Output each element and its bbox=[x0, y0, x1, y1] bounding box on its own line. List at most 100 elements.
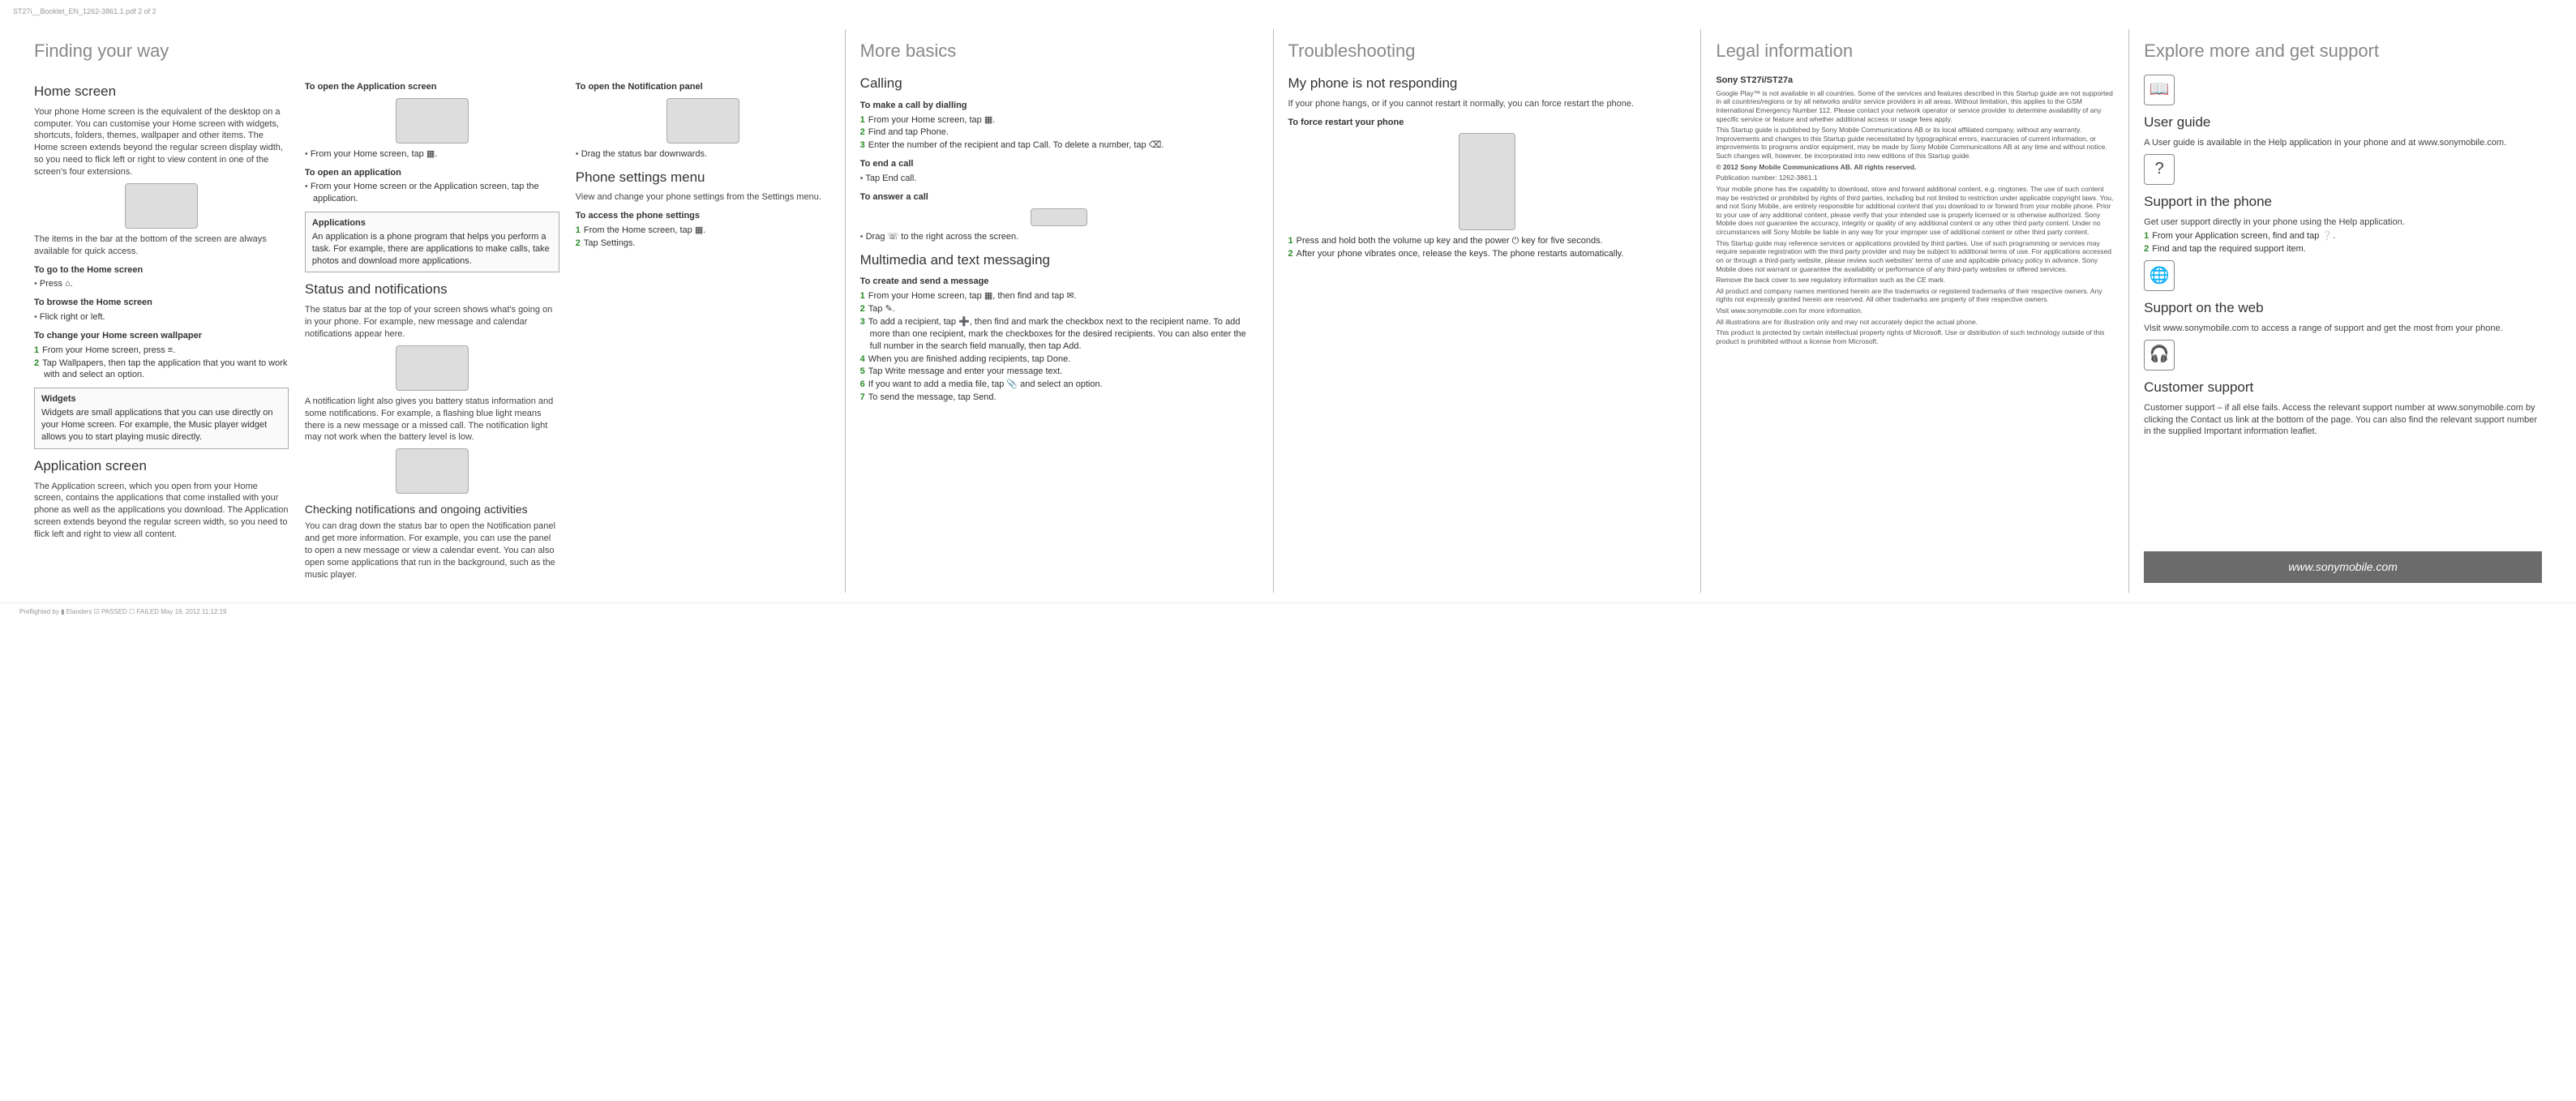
heading-answer-call: To answer a call bbox=[860, 191, 1258, 203]
panel-more-basics: More basics Calling To make a call by di… bbox=[846, 29, 1274, 593]
heading-browse-home: To browse the Home screen bbox=[34, 297, 289, 309]
widgets-box-body: Widgets are small applications that you … bbox=[41, 407, 281, 443]
heading-change-wallpaper: To change your Home screen wallpaper bbox=[34, 330, 289, 342]
heading-go-home: To go to the Home screen bbox=[34, 264, 289, 276]
dial-step-3: Enter the number of the recipient and ta… bbox=[860, 139, 1258, 152]
legal-body-4: This Startup guide may reference service… bbox=[1716, 239, 2114, 274]
legal-copyright: © 2012 Sony Mobile Communications AB. Al… bbox=[1716, 163, 2114, 172]
msg-step-5: Tap Write message and enter your message… bbox=[860, 366, 1258, 378]
msg-step-6: If you want to add a media file, tap 📎 a… bbox=[860, 379, 1258, 391]
heading-checking-notifications: Checking notifications and ongoing activ… bbox=[305, 502, 559, 517]
heading-support-web: Support on the web bbox=[2144, 299, 2542, 318]
panel-title: Explore more and get support bbox=[2144, 39, 2542, 63]
panel-finding-your-way: Finding your way Home screen Your phone … bbox=[19, 29, 846, 593]
applications-box-title: Applications bbox=[312, 217, 552, 229]
notification-light-description: A notification light also gives you batt… bbox=[305, 396, 559, 443]
msg-step-2: Tap ✎. bbox=[860, 303, 1258, 315]
legal-body-3: Your mobile phone has the capability to … bbox=[1716, 185, 2114, 237]
panel-troubleshooting: Troubleshooting My phone is not respondi… bbox=[1274, 29, 1702, 593]
not-responding-description: If your phone hangs, or if you cannot re… bbox=[1288, 98, 1687, 110]
go-home-step: Press ⌂. bbox=[34, 278, 289, 290]
heading-create-send-message: To create and send a message bbox=[860, 276, 1258, 288]
access-settings-step-1: From the Home screen, tap ▦. bbox=[576, 225, 830, 237]
status-description: The status bar at the top of your screen… bbox=[305, 304, 559, 341]
heading-force-restart: To force restart your phone bbox=[1288, 117, 1687, 129]
status-bar-illustration bbox=[396, 345, 469, 391]
heading-calling: Calling bbox=[860, 75, 1258, 93]
legal-body-2: This Startup guide is published by Sony … bbox=[1716, 126, 2114, 161]
panel-explore-support: Explore more and get support 📖 User guid… bbox=[2129, 29, 2557, 593]
heading-open-app-screen: To open the Application screen bbox=[305, 81, 559, 93]
col-notification-settings: To open the Notification panel Drag the … bbox=[576, 75, 830, 584]
panel-title: Finding your way bbox=[34, 39, 830, 63]
legal-pubnum: Publication number: 1262-3861.1 bbox=[1716, 174, 2114, 182]
force-restart-step-1: Press and hold both the volume up key an… bbox=[1288, 235, 1687, 247]
file-header: ST27i__Booklet_EN_1262-3861.1.pdf 2 of 2 bbox=[0, 0, 2576, 23]
heading-phone-settings-menu: Phone settings menu bbox=[576, 169, 830, 187]
col-apps-and-status: To open the Application screen From your… bbox=[305, 75, 559, 584]
notification-panel-illustration bbox=[667, 98, 739, 144]
heading-status-notifications: Status and notifications bbox=[305, 281, 559, 299]
col-home-screen: Home screen Your phone Home screen is th… bbox=[34, 75, 289, 584]
support-phone-description: Get user support directly in your phone … bbox=[2144, 216, 2542, 229]
home-screen-illustration bbox=[125, 183, 198, 229]
website-bar: www.sonymobile.com bbox=[2144, 551, 2542, 583]
answer-call-illustration bbox=[1031, 208, 1087, 226]
help-phone-icon: ? bbox=[2144, 154, 2175, 185]
globe-icon: 🌐 bbox=[2144, 260, 2175, 291]
booklet-spread: Finding your way Home screen Your phone … bbox=[0, 23, 2576, 602]
open-notification-step: Drag the status bar downwards. bbox=[576, 148, 830, 161]
legal-body-5: Remove the back cover to see regulatory … bbox=[1716, 276, 2114, 285]
applications-info-box: Applications An application is a phone p… bbox=[305, 212, 559, 272]
heading-home-screen: Home screen bbox=[34, 83, 289, 101]
legal-body-6: All product and company names mentioned … bbox=[1716, 287, 2114, 304]
wallpaper-step-2: Tap Wallpapers, then tap the application… bbox=[34, 358, 289, 382]
open-app-screen-step: From your Home screen, tap ▦. bbox=[305, 148, 559, 161]
access-settings-step-2: Tap Settings. bbox=[576, 238, 830, 250]
checking-notifications-description: You can drag down the status bar to open… bbox=[305, 521, 559, 580]
dial-step-1: From your Home screen, tap ▦. bbox=[860, 114, 1258, 126]
support-phone-step-1: From your Application screen, find and t… bbox=[2144, 230, 2542, 242]
home-screen-description: Your phone Home screen is the equivalent… bbox=[34, 106, 289, 178]
legal-body-9: This product is protected by certain int… bbox=[1716, 328, 2114, 345]
heading-multimedia-messaging: Multimedia and text messaging bbox=[860, 251, 1258, 270]
headset-icon: 🎧 bbox=[2144, 340, 2175, 371]
customer-support-description: Customer support – if all else fails. Ac… bbox=[2144, 402, 2542, 439]
notification-light-illustration bbox=[396, 448, 469, 494]
panel-title: Troubleshooting bbox=[1288, 39, 1687, 63]
heading-end-call: To end a call bbox=[860, 158, 1258, 170]
msg-step-3: To add a recipient, tap ➕, then find and… bbox=[860, 316, 1258, 353]
applications-box-body: An application is a phone program that h… bbox=[312, 231, 552, 268]
panel-title: Legal information bbox=[1716, 39, 2114, 63]
application-screen-description: The Application screen, which you open f… bbox=[34, 481, 289, 541]
panel-title: More basics bbox=[860, 39, 1258, 63]
heading-application-screen: Application screen bbox=[34, 457, 289, 476]
home-screen-caption: The items in the bar at the bottom of th… bbox=[34, 233, 289, 258]
book-icon: 📖 bbox=[2144, 75, 2175, 105]
browse-home-step: Flick right or left. bbox=[34, 311, 289, 323]
settings-description: View and change your phone settings from… bbox=[576, 191, 830, 203]
heading-user-guide: User guide bbox=[2144, 114, 2542, 132]
wallpaper-step-1: From your Home screen, press ≡. bbox=[34, 345, 289, 357]
open-application-step: From your Home screen or the Application… bbox=[305, 181, 559, 205]
heading-make-call: To make a call by dialling bbox=[860, 100, 1258, 112]
widgets-info-box: Widgets Widgets are small applications t… bbox=[34, 388, 289, 448]
answer-call-step: Drag ☏ to the right across the screen. bbox=[860, 231, 1258, 243]
heading-not-responding: My phone is not responding bbox=[1288, 75, 1687, 93]
panel-legal-information: Legal information Sony ST27i/ST27a Googl… bbox=[1701, 29, 2129, 593]
legal-body-1: Google Play™ is not available in all cou… bbox=[1716, 89, 2114, 124]
heading-model: Sony ST27i/ST27a bbox=[1716, 75, 2114, 87]
force-restart-illustration bbox=[1459, 133, 1515, 230]
msg-step-4: When you are finished adding recipients,… bbox=[860, 353, 1258, 366]
msg-step-7: To send the message, tap Send. bbox=[860, 392, 1258, 404]
support-phone-step-2: Find and tap the required support item. bbox=[2144, 243, 2542, 255]
force-restart-step-2: After your phone vibrates once, release … bbox=[1288, 248, 1687, 260]
user-guide-description: A User guide is available in the Help ap… bbox=[2144, 137, 2542, 149]
heading-support-phone: Support in the phone bbox=[2144, 193, 2542, 212]
legal-body-8: All illustrations are for illustration o… bbox=[1716, 318, 2114, 327]
app-screen-illustration bbox=[396, 98, 469, 144]
heading-open-notification-panel: To open the Notification panel bbox=[576, 81, 830, 93]
msg-step-1: From your Home screen, tap ▦, then find … bbox=[860, 290, 1258, 302]
end-call-step: Tap End call. bbox=[860, 173, 1258, 185]
heading-access-settings: To access the phone settings bbox=[576, 210, 830, 222]
